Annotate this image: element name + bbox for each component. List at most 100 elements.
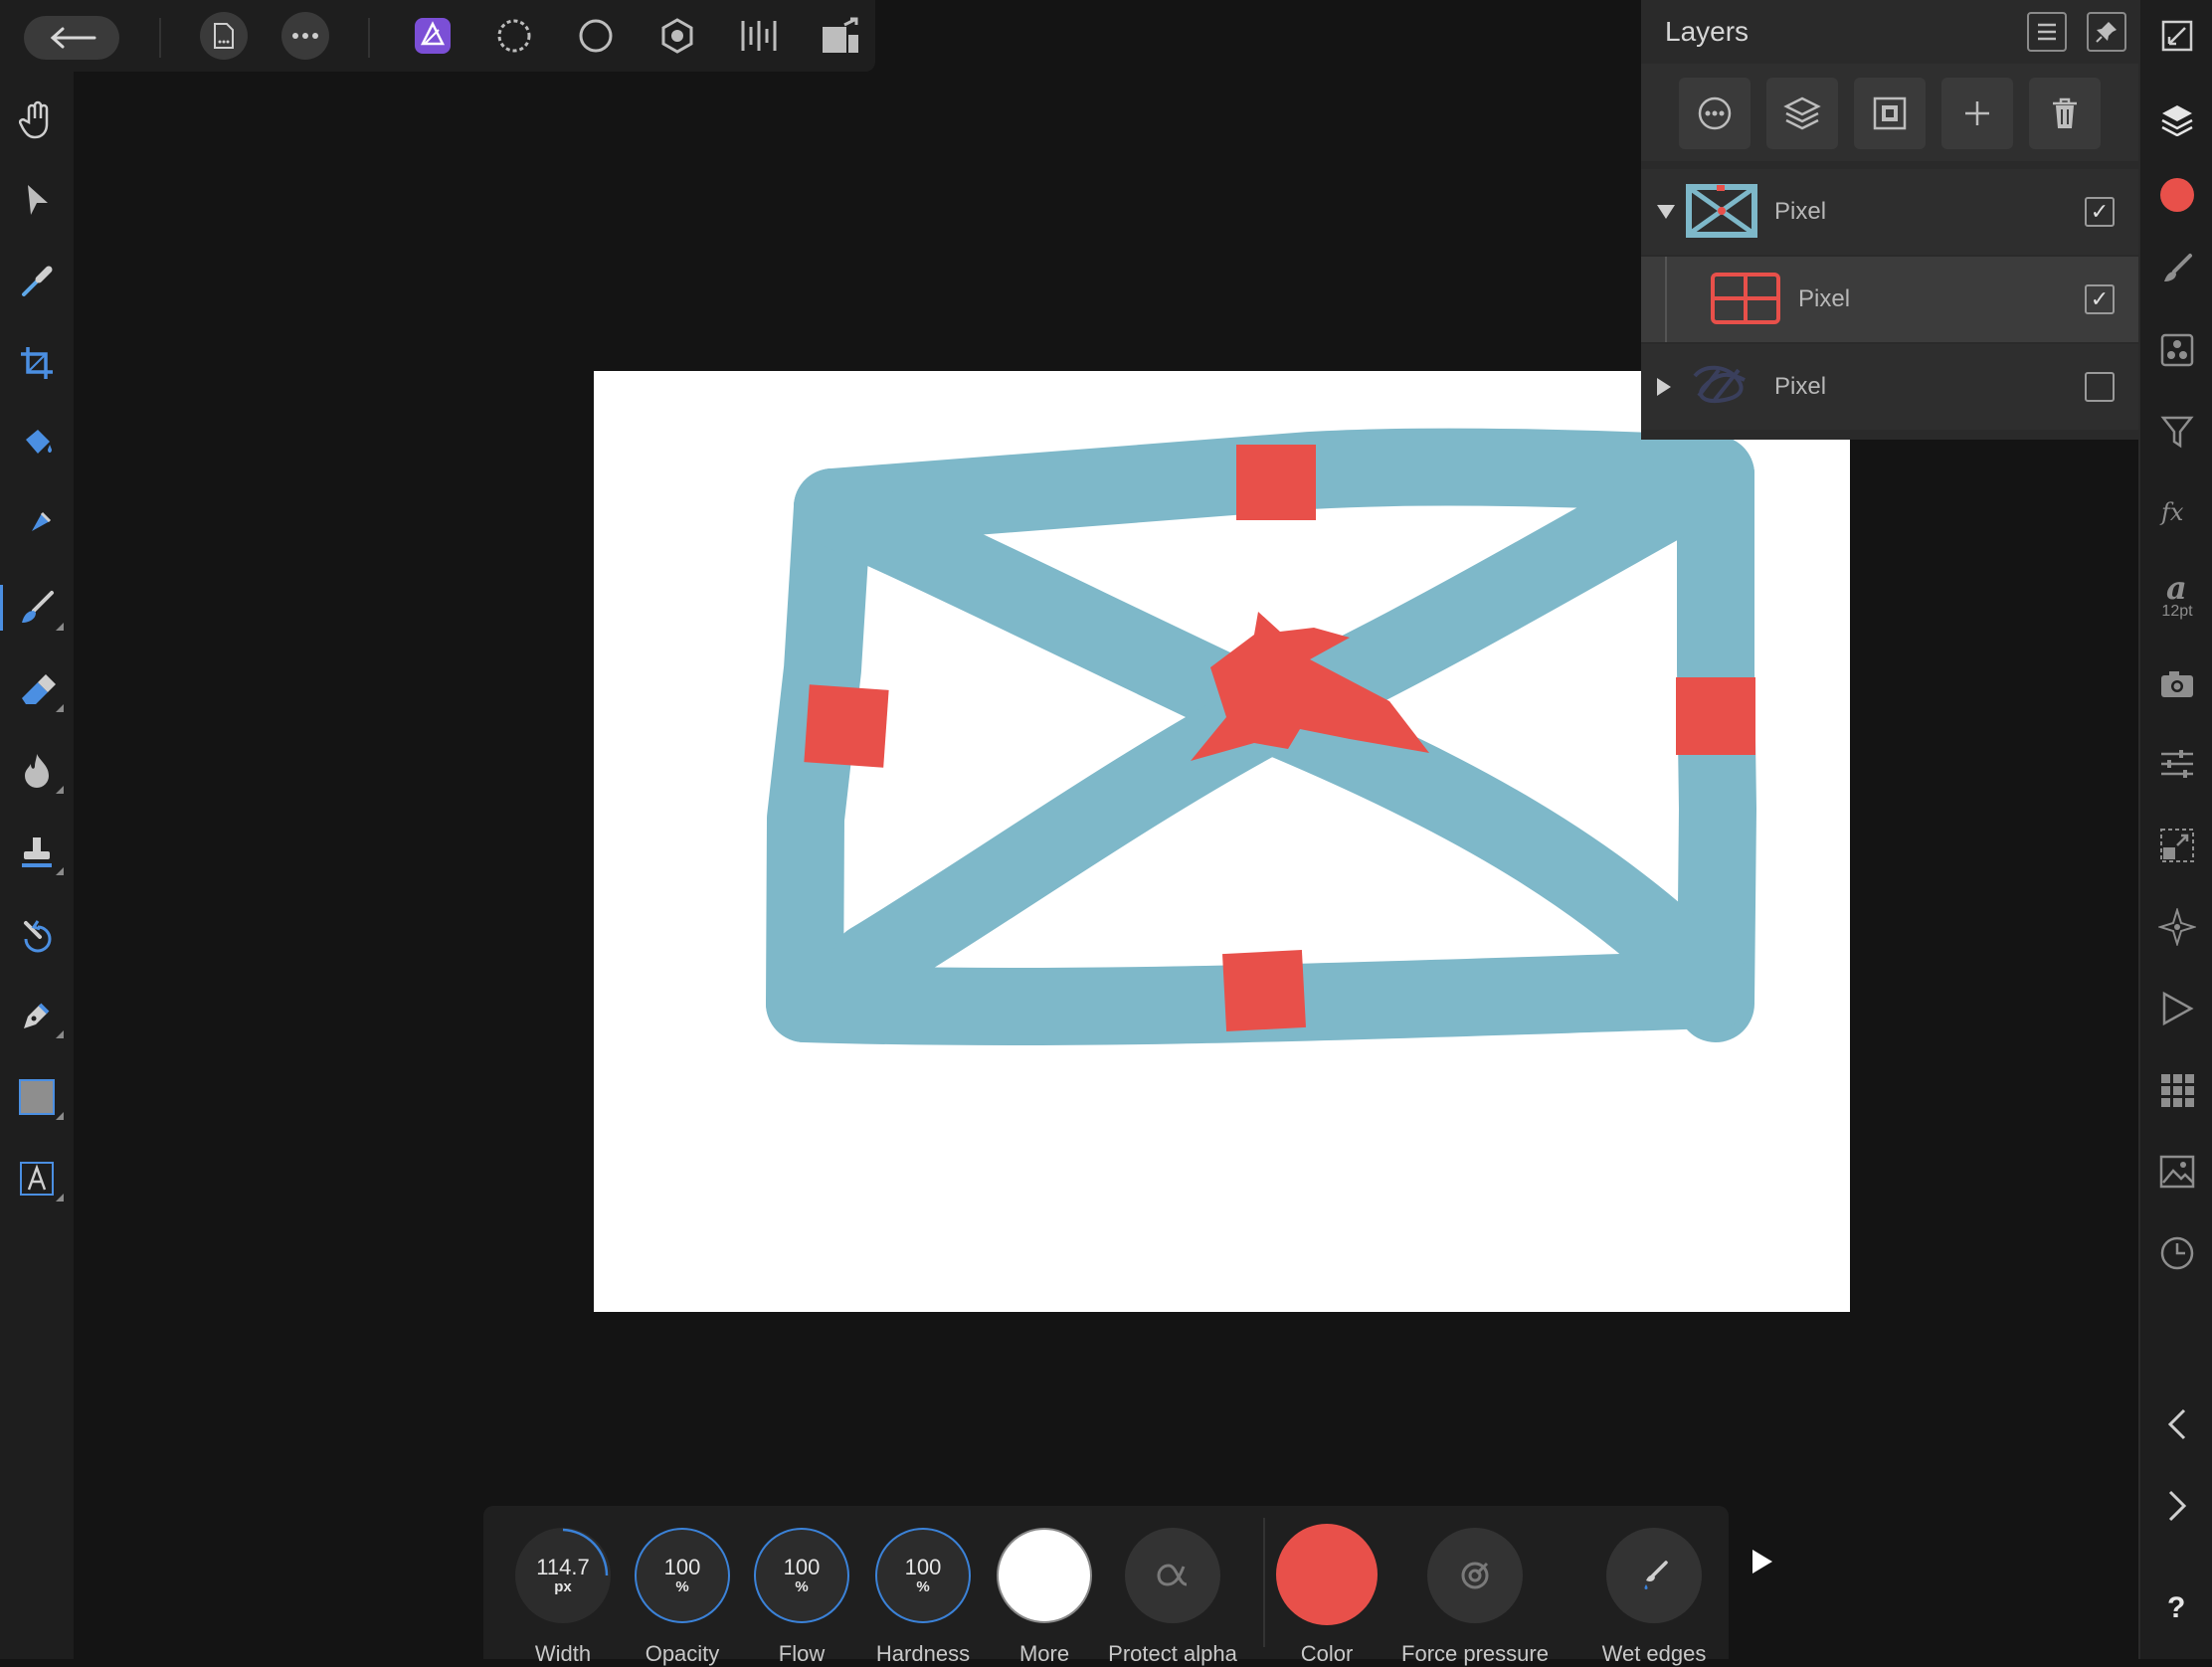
width-dial[interactable]: 114.7 px	[515, 1528, 611, 1623]
paint-brush-tool[interactable]	[0, 581, 64, 635]
document-canvas[interactable]	[594, 371, 1850, 1312]
layer-row-selected[interactable]: Pixel ✓	[1641, 257, 2138, 342]
navigator-studio-button[interactable]	[2153, 12, 2201, 60]
text-styles-studio-button[interactable]: a 12pt	[2153, 567, 2201, 627]
adjustments-filter-button[interactable]	[2153, 408, 2201, 456]
color-studio-button[interactable]	[2153, 171, 2201, 219]
pen-tool[interactable]	[10, 989, 64, 1042]
tools-panel	[0, 72, 74, 1659]
photo-persona-button[interactable]	[409, 12, 457, 60]
library-studio-button[interactable]	[2153, 1066, 2201, 1114]
photo-persona-icon	[415, 18, 451, 54]
protect-alpha-control[interactable]: Protect alpha	[1093, 1518, 1252, 1666]
rectangle-icon	[19, 1079, 55, 1115]
layer-visibility-checkbox[interactable]: ✓	[2085, 197, 2115, 227]
image-icon	[2159, 1155, 2195, 1189]
text-size-label: 12pt	[2161, 603, 2193, 620]
sliders-icon	[2161, 750, 2193, 778]
develop-persona-button[interactable]	[572, 12, 620, 60]
navigator-compass-button[interactable]	[2153, 903, 2201, 951]
toolbar-divider	[368, 18, 370, 58]
layers-stack-icon	[1783, 96, 1821, 130]
layers-studio-button[interactable]	[2153, 95, 2201, 143]
erase-brush-tool[interactable]	[10, 662, 64, 716]
svg-text:?: ?	[2167, 1591, 2185, 1621]
alpha-icon	[1157, 1564, 1188, 1586]
wet-edges-control[interactable]: Wet edges	[1574, 1518, 1734, 1666]
arrow-left-icon	[50, 27, 96, 49]
layer-options-button[interactable]	[1679, 78, 1751, 149]
flood-fill-tool[interactable]	[10, 418, 64, 471]
layer-stack-button[interactable]	[1766, 78, 1838, 149]
toolbar-divider	[159, 18, 161, 58]
tone-mapping-persona-button[interactable]	[653, 12, 701, 60]
document-icon	[214, 23, 234, 49]
pin-panel-button[interactable]	[2087, 12, 2126, 52]
brush-color-swatch[interactable]	[1276, 1524, 1378, 1625]
undo-brush-tool[interactable]	[10, 907, 64, 961]
layer-visibility-checkbox[interactable]	[2085, 372, 2115, 402]
collapse-triangle-icon[interactable]	[1655, 203, 1677, 221]
layer-row[interactable]: Pixel ✓	[1641, 169, 2138, 255]
rectangle-tool[interactable]	[10, 1070, 64, 1124]
collapse-right-button[interactable]	[2153, 1482, 2201, 1530]
delete-layer-button[interactable]	[2029, 78, 2101, 149]
play-icon[interactable]	[1751, 1548, 1774, 1575]
protect-alpha-toggle[interactable]	[1125, 1528, 1220, 1623]
text-tool[interactable]	[10, 1152, 64, 1205]
stock-studio-button[interactable]	[2153, 660, 2201, 708]
stock-image-button[interactable]	[2153, 1148, 2201, 1196]
crop-tool[interactable]	[10, 336, 64, 390]
liquify-persona-button[interactable]	[490, 12, 538, 60]
more-menu-button[interactable]	[281, 12, 329, 60]
pointer-arrow-icon	[28, 185, 48, 215]
mask-layer-button[interactable]	[1854, 78, 1926, 149]
panel-menu-button[interactable]	[2027, 12, 2067, 52]
back-button[interactable]	[24, 16, 119, 60]
layer-name: Pixel	[1798, 285, 1851, 312]
arrange-button[interactable]	[817, 12, 864, 60]
export-persona-button[interactable]	[735, 12, 783, 60]
wet-edges-toggle[interactable]	[1606, 1528, 1702, 1623]
layer-thumbnail	[1693, 365, 1746, 403]
export-persona-icon	[741, 21, 777, 51]
fx-icon: fx	[2159, 498, 2184, 526]
pressure-icon	[1461, 1562, 1489, 1589]
flow-dial[interactable]: 100 %	[754, 1528, 849, 1623]
force-pressure-control[interactable]: Force pressure	[1385, 1518, 1565, 1666]
crop-icon	[21, 347, 53, 379]
chevron-left-icon	[2167, 1408, 2186, 1440]
macro-studio-button[interactable]	[2153, 985, 2201, 1032]
move-tool[interactable]	[10, 173, 64, 227]
eraser-icon	[22, 674, 56, 704]
adjustments-studio-button[interactable]	[2153, 740, 2201, 788]
hardness-dial[interactable]: 100 %	[875, 1528, 971, 1623]
opacity-value: 100	[663, 1555, 701, 1579]
stamp-icon	[22, 837, 52, 867]
force-pressure-toggle[interactable]	[1427, 1528, 1523, 1623]
layer-row[interactable]: Pixel	[1641, 344, 2138, 430]
channels-studio-button[interactable]	[2153, 326, 2201, 374]
color-control[interactable]: Color	[1247, 1518, 1406, 1666]
layer-visibility-checkbox[interactable]: ✓	[2085, 284, 2115, 314]
clone-brush-tool[interactable]	[10, 826, 64, 879]
document-button[interactable]	[200, 12, 248, 60]
help-button[interactable]: ?	[2153, 1581, 2201, 1629]
color-picker-tool[interactable]	[10, 255, 64, 308]
more-brush-preview[interactable]	[997, 1528, 1092, 1623]
selection-brush-tool[interactable]	[10, 499, 64, 553]
history-studio-button[interactable]	[2153, 1229, 2201, 1277]
brushes-studio-button[interactable]	[2153, 245, 2201, 292]
submenu-indicator	[56, 704, 64, 712]
collapse-left-button[interactable]	[2153, 1400, 2201, 1448]
effects-studio-button[interactable]: fx	[2153, 489, 2201, 537]
flow-value: 100	[783, 1555, 821, 1579]
add-layer-button[interactable]	[1941, 78, 2013, 149]
expand-triangle-icon[interactable]	[1655, 376, 1673, 398]
opacity-dial[interactable]: 100 %	[635, 1528, 730, 1623]
plus-icon	[1965, 101, 1989, 125]
burn-brush-tool[interactable]	[10, 744, 64, 798]
transform-studio-button[interactable]	[2153, 822, 2201, 869]
wet-brush-icon	[1644, 1561, 1668, 1589]
view-tool[interactable]	[10, 93, 64, 147]
